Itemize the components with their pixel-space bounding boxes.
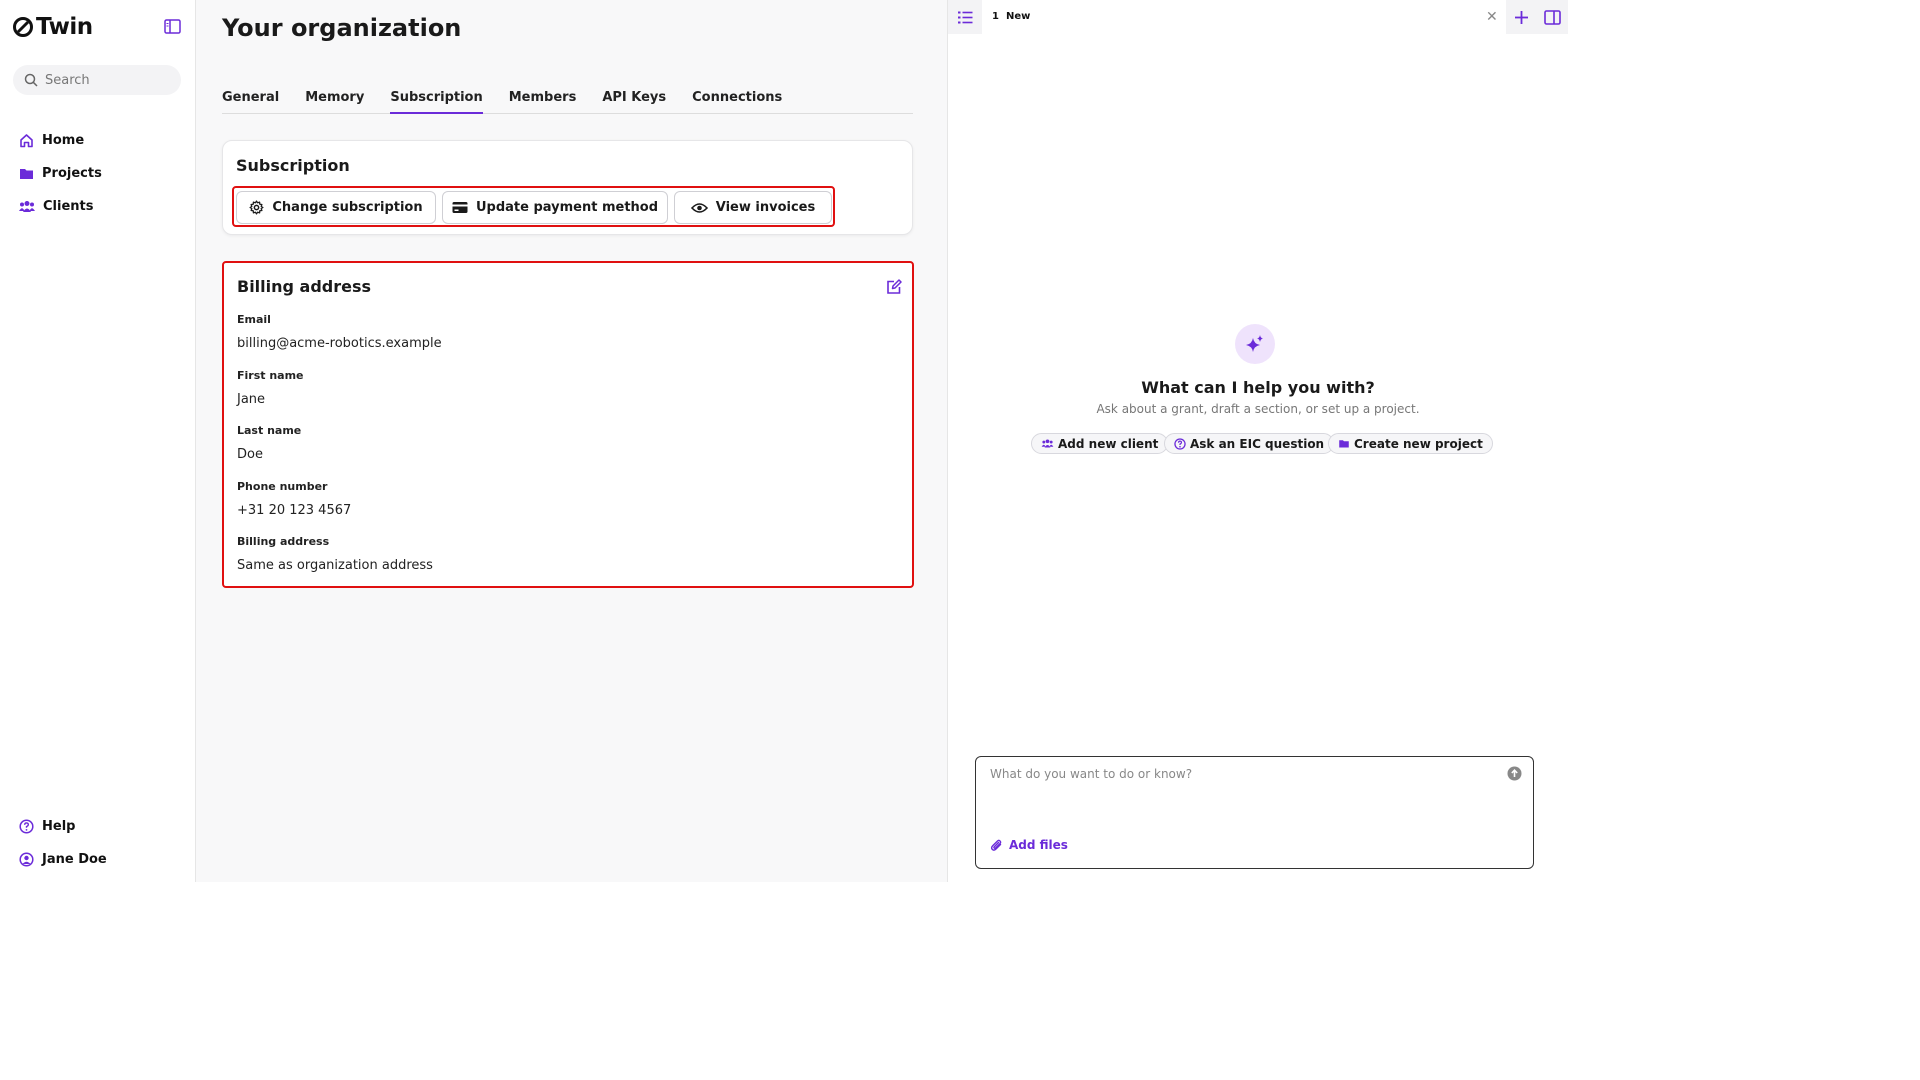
assistant-avatar (1235, 324, 1275, 364)
email-label: Email (237, 313, 271, 326)
send-button[interactable] (1507, 766, 1522, 781)
tab-memory[interactable]: Memory (305, 88, 364, 114)
chat-tab-label: New (1005, 11, 1031, 22)
first-name-value: Jane (237, 392, 266, 407)
chip-label: Create new project (1354, 436, 1483, 451)
add-new-client-chip[interactable]: Add new client (1031, 433, 1169, 454)
chat-tab-number: 1 (992, 11, 999, 22)
folder-icon (20, 169, 33, 179)
collapse-sidebar-button[interactable] (164, 19, 181, 34)
sidebar-bottom-nav: Help Jane Doe (19, 810, 107, 876)
plus-icon[interactable] (1514, 10, 1529, 25)
search-placeholder: Search (45, 72, 90, 88)
list-icon (957, 11, 972, 23)
tab-members[interactable]: Members (509, 88, 577, 114)
users-icon (1041, 439, 1054, 448)
assistant-subtitle: Ask about a grant, draft a section, or s… (1096, 402, 1420, 416)
sidebar-item-help[interactable]: Help (19, 810, 107, 843)
add-files-button[interactable]: Add files (990, 838, 1068, 852)
panel-actions (1506, 0, 1568, 34)
sidebar-item-label: Jane Doe (42, 852, 107, 867)
add-files-label: Add files (1009, 838, 1068, 852)
logo-text: Twin (36, 14, 93, 40)
tab-general[interactable]: General (222, 88, 279, 114)
view-invoices-label: View invoices (715, 200, 816, 215)
update-payment-method-button[interactable]: Update payment method (442, 191, 668, 224)
close-tab-button[interactable]: ✕ (1486, 9, 1498, 25)
help-icon (1174, 437, 1186, 450)
sidebar-item-user[interactable]: Jane Doe (19, 843, 107, 876)
ask-eic-question-chip[interactable]: Ask an EIC question (1164, 433, 1335, 454)
sidebar-nav: Home Projects Clients (19, 124, 102, 223)
sidebar-item-label: Home (42, 133, 85, 148)
sidebar-item-projects[interactable]: Projects (19, 157, 102, 190)
change-subscription-label: Change subscription (272, 200, 423, 215)
chat-tab-new[interactable]: 1 New (992, 11, 1030, 22)
search-input[interactable]: Search (13, 65, 181, 95)
main-content: Your organization General Memory Subscri… (196, 0, 948, 882)
subscription-card: Subscription Change subscription Update … (222, 140, 913, 235)
last-name-label: Last name (237, 424, 302, 437)
sidebar-item-home[interactable]: Home (19, 124, 102, 157)
tab-connections[interactable]: Connections (692, 88, 782, 114)
email-value: billing@acme-robotics.example (237, 336, 442, 351)
edit-billing-button[interactable] (886, 279, 902, 295)
twin-logo-icon (13, 17, 33, 37)
first-name-label: First name (237, 369, 304, 382)
user-avatar-icon (19, 852, 34, 867)
phone-value: +31 20 123 4567 (237, 503, 352, 518)
help-icon (19, 819, 34, 834)
chip-label: Add new client (1058, 436, 1159, 451)
chat-input[interactable] (990, 767, 1490, 781)
sidebar-item-label: Clients (43, 199, 94, 214)
logo[interactable]: Twin (12, 14, 93, 40)
phone-label: Phone number (237, 480, 328, 493)
chip-label: Ask an EIC question (1190, 436, 1325, 451)
split-panel-icon[interactable] (1543, 9, 1561, 25)
sidebar-item-label: Projects (42, 166, 102, 181)
billing-address-card: Billing address Email billing@acme-robot… (222, 261, 914, 588)
billing-title: Billing address (237, 277, 372, 296)
last-name-value: Doe (237, 447, 263, 462)
edit-icon (887, 279, 902, 294)
assistant-panel: 1 New ✕ What can I help you with? Ask ab… (948, 0, 1568, 882)
tab-subscription[interactable]: Subscription (390, 88, 483, 114)
arrow-up-icon (1507, 766, 1522, 781)
settings-tabs: General Memory Subscription Members API … (222, 88, 913, 114)
change-subscription-button[interactable]: Change subscription (236, 191, 436, 224)
create-new-project-chip[interactable]: Create new project (1328, 433, 1493, 454)
close-icon: ✕ (1486, 9, 1498, 25)
sparkles-icon (1246, 335, 1263, 352)
subscription-title: Subscription (236, 156, 350, 175)
eye-icon (690, 202, 708, 213)
billing-address-label: Billing address (237, 535, 330, 548)
page-title: Your organization (222, 14, 462, 42)
sidebar-item-label: Help (42, 819, 76, 834)
sidebar-item-clients[interactable]: Clients (19, 190, 102, 223)
chat-list-button[interactable] (948, 0, 982, 34)
paperclip-icon (990, 839, 1002, 851)
sidebar: Twin Search Home Projects Clients Help J… (0, 0, 196, 882)
view-invoices-button[interactable]: View invoices (674, 191, 832, 224)
gear-icon (249, 200, 264, 215)
chat-composer: Add files (975, 756, 1534, 869)
users-icon (19, 201, 35, 212)
search-icon (24, 73, 38, 87)
subscription-actions: Change subscription Update payment metho… (232, 186, 835, 227)
sidebar-toggle-icon (164, 19, 181, 34)
home-icon (20, 134, 33, 148)
assistant-title: What can I help you with? (1141, 378, 1375, 397)
folder-icon (1339, 440, 1349, 448)
credit-card-icon (452, 202, 468, 213)
tab-api-keys[interactable]: API Keys (602, 88, 666, 114)
billing-address-value: Same as organization address (237, 558, 433, 573)
update-payment-label: Update payment method (475, 200, 659, 215)
